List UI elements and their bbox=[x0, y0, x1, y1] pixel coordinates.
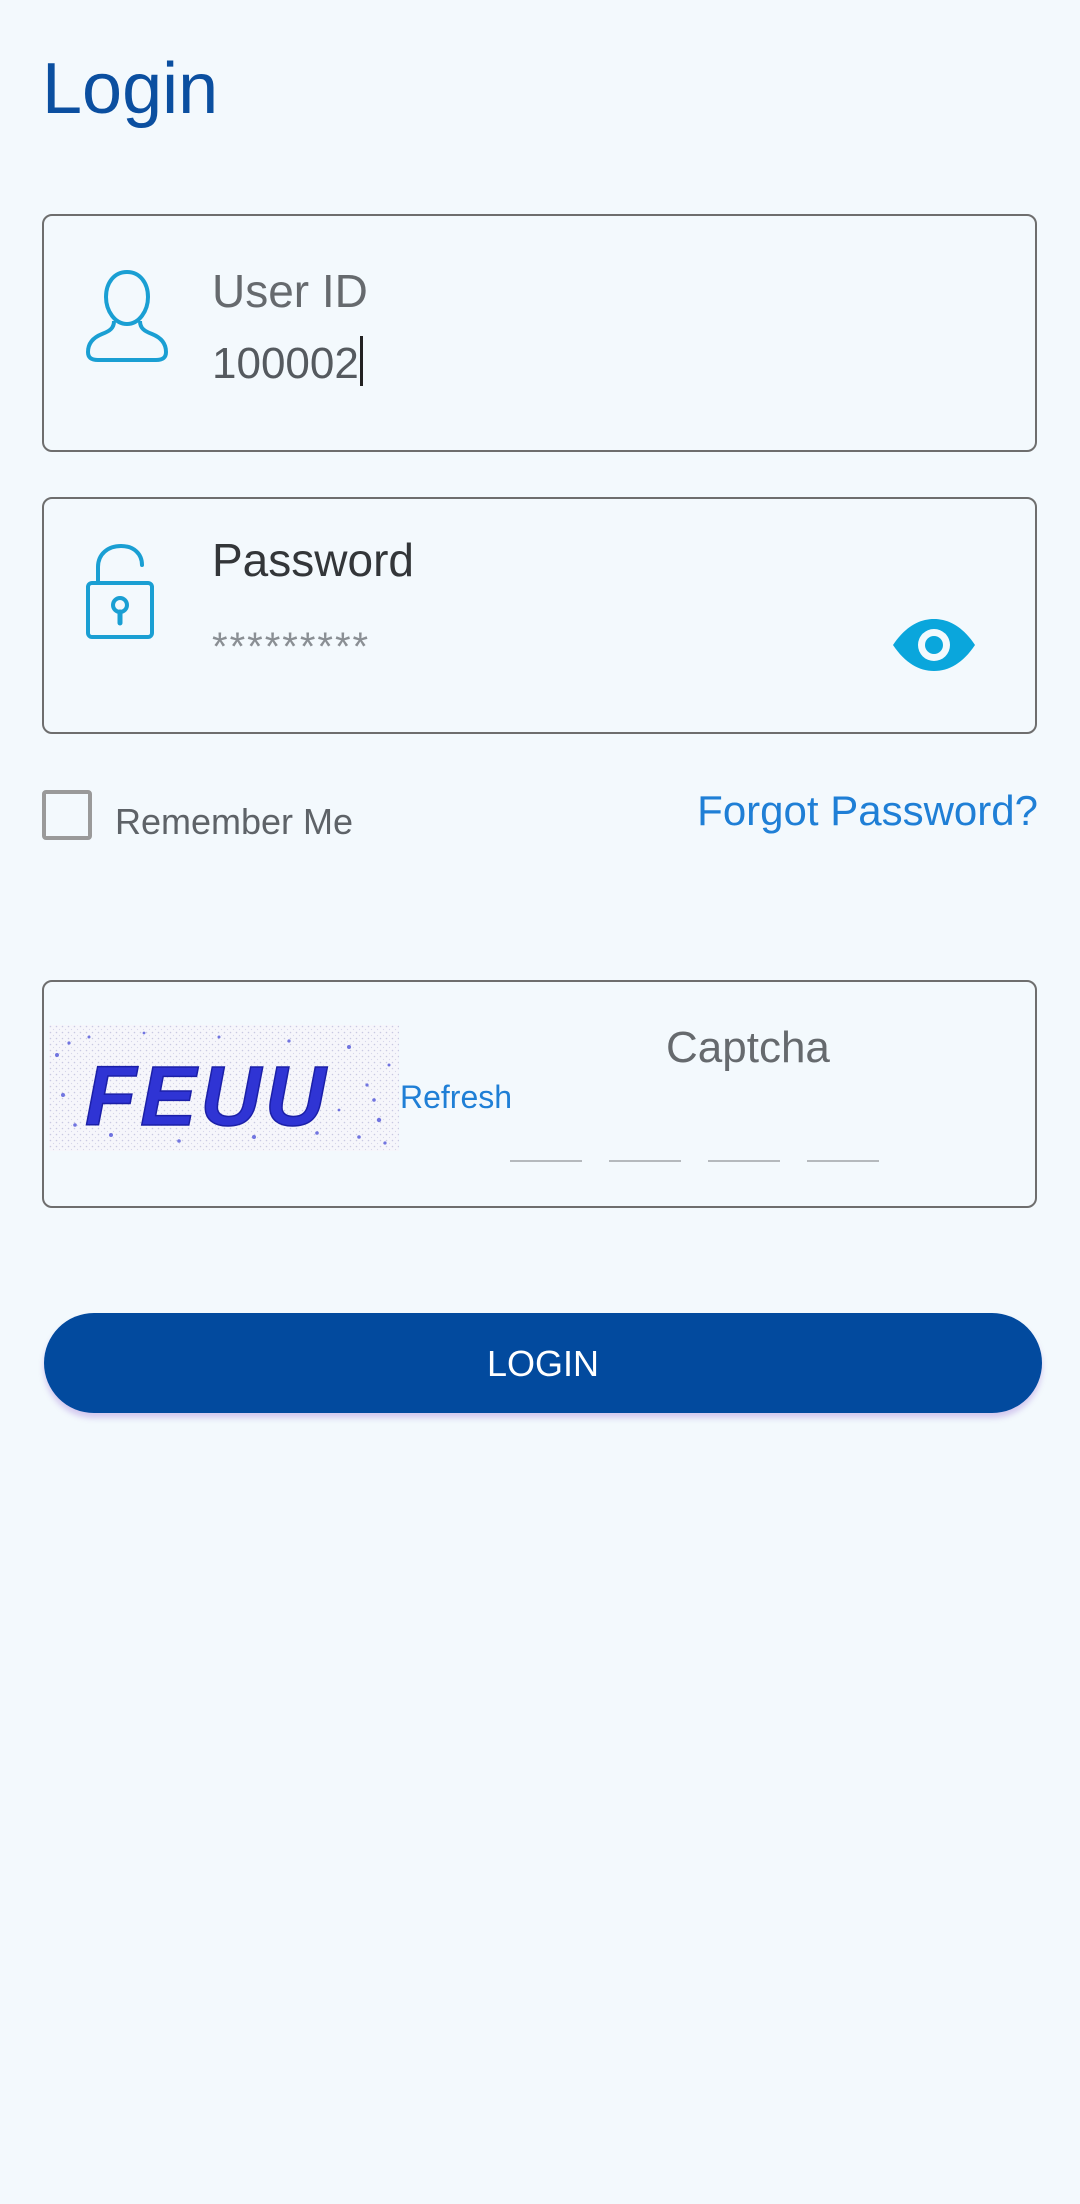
login-button[interactable]: LOGIN bbox=[44, 1313, 1042, 1413]
captcha-input-slot[interactable] bbox=[609, 1160, 681, 1162]
user-icon bbox=[86, 269, 168, 362]
lock-icon bbox=[86, 543, 154, 639]
captcha-refresh-link[interactable]: Refresh bbox=[400, 1077, 512, 1117]
eye-icon[interactable] bbox=[891, 617, 977, 673]
remember-me-label[interactable]: Remember Me bbox=[115, 800, 353, 844]
forgot-password-link[interactable]: Forgot Password? bbox=[697, 785, 1038, 837]
user-id-value: 100002 bbox=[212, 339, 359, 388]
text-caret bbox=[359, 336, 363, 386]
captcha-label: Captcha bbox=[666, 1023, 830, 1072]
captcha-input-slot[interactable] bbox=[708, 1160, 780, 1162]
captcha-image: FEUU bbox=[49, 1025, 399, 1151]
password-field[interactable]: Password ********* bbox=[42, 497, 1037, 734]
user-id-field[interactable]: User ID 100002 bbox=[42, 214, 1037, 452]
captcha-input-slot[interactable] bbox=[807, 1160, 879, 1162]
user-id-input[interactable]: 100002 bbox=[212, 336, 363, 392]
user-id-label: User ID bbox=[212, 265, 368, 317]
captcha-text: FEUU bbox=[85, 1049, 330, 1143]
captcha-field: FEUU Refresh Captcha bbox=[42, 980, 1037, 1208]
password-input[interactable]: ********* bbox=[212, 619, 370, 675]
password-label: Password bbox=[212, 534, 414, 586]
remember-me-checkbox[interactable] bbox=[42, 790, 92, 840]
captcha-input-slot[interactable] bbox=[510, 1160, 582, 1162]
page-title: Login bbox=[42, 49, 219, 129]
